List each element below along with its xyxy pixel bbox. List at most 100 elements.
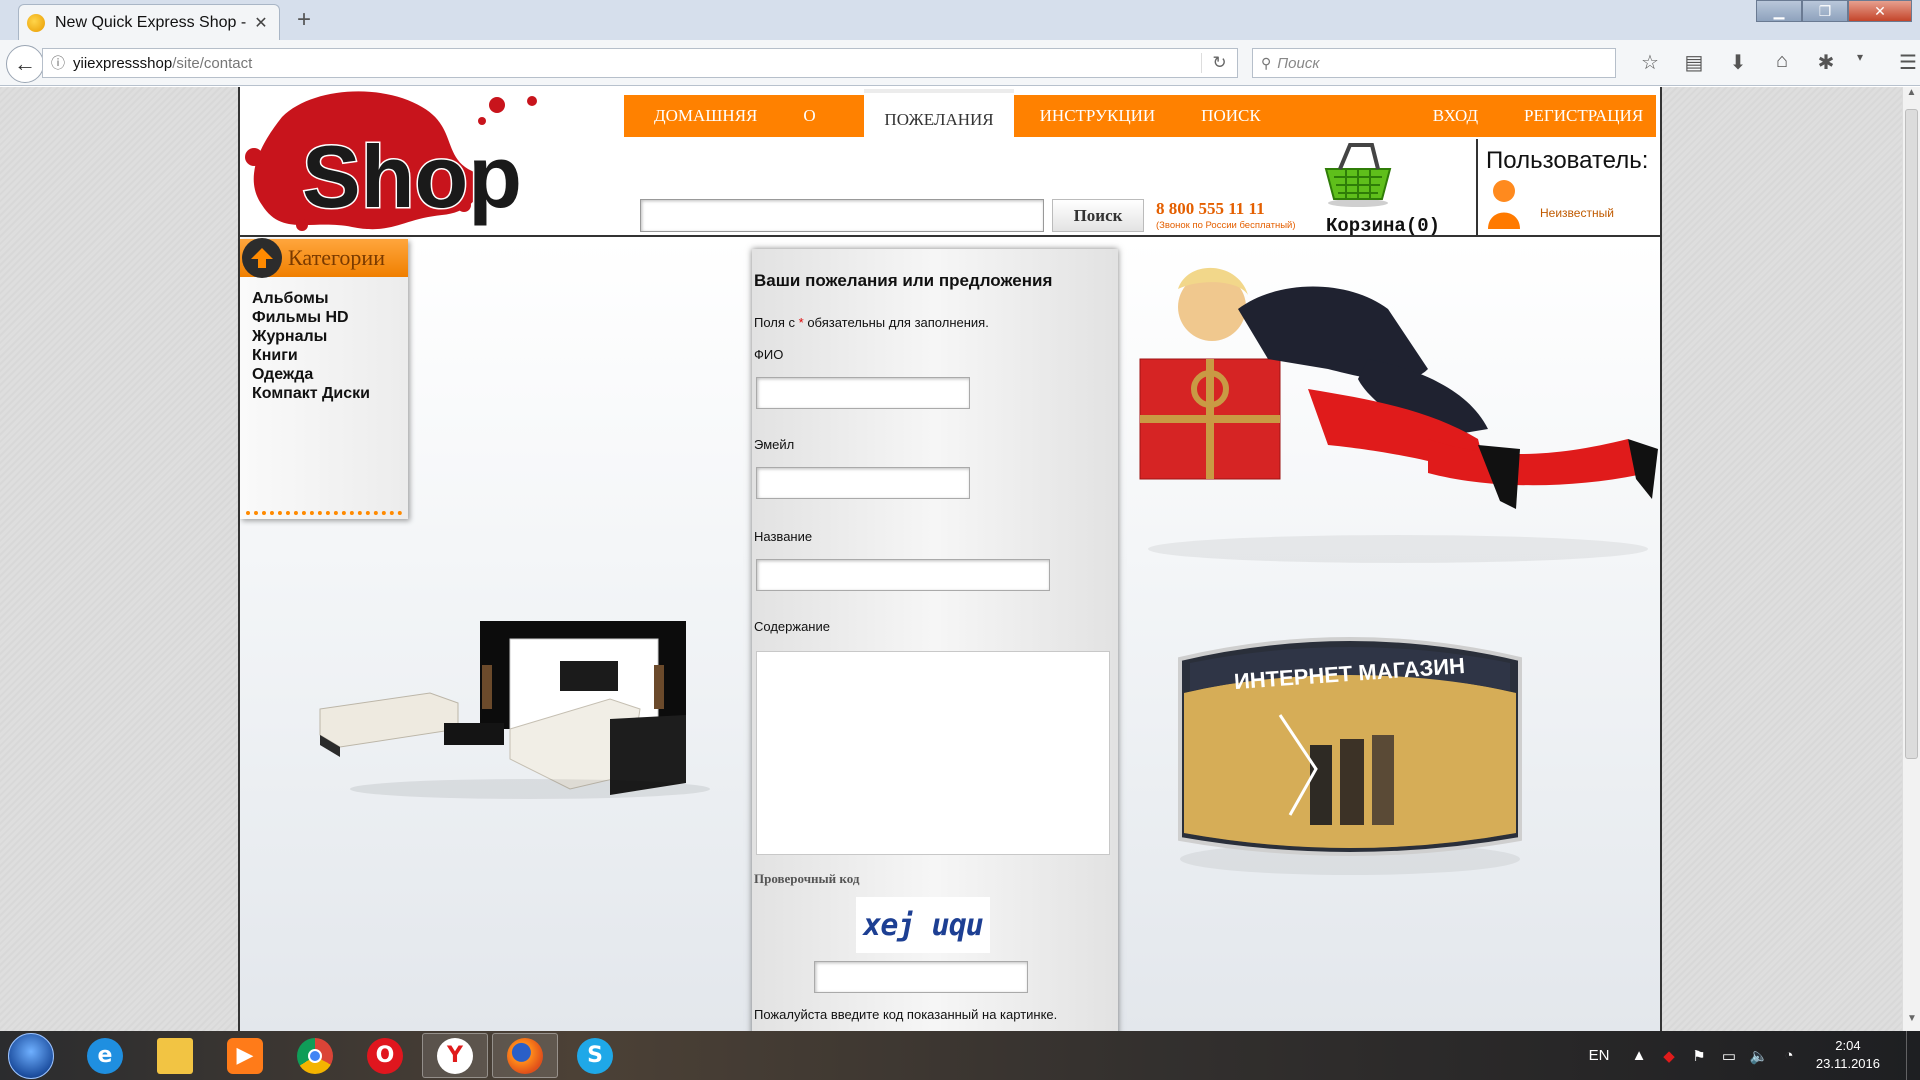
categories-title: Категории — [288, 245, 385, 270]
scroll-thumb[interactable] — [1905, 109, 1918, 759]
form-title: Ваши пожелания или предложения — [754, 271, 1053, 290]
email-label: Эмейл — [754, 437, 795, 452]
clock-date: 23.11.2016 — [1815, 1056, 1880, 1071]
category-item[interactable]: Журналы — [252, 327, 408, 346]
cart-label[interactable]: Корзина(0) — [1326, 215, 1440, 237]
bookmark-star-icon[interactable]: ☆ — [1628, 50, 1672, 75]
taskbar-chrome[interactable] — [282, 1033, 348, 1078]
site-search-input[interactable] — [640, 199, 1044, 232]
name-label: ФИО — [754, 347, 784, 362]
magnifier-icon: ⚲ — [1261, 54, 1272, 71]
maximize-button[interactable]: ❐ — [1802, 0, 1848, 22]
main-content: Категории Альбомы Фильмы HD Журналы Книг… — [240, 238, 1660, 1031]
tab-close-icon[interactable]: ✕ — [251, 13, 271, 33]
skype-icon: S — [577, 1037, 613, 1074]
reading-list-icon[interactable]: ▤ — [1672, 50, 1716, 75]
menu-register[interactable]: Регистрация — [1504, 95, 1663, 137]
internet-explorer-icon: e — [87, 1037, 123, 1074]
taskbar-ie[interactable]: e — [72, 1033, 138, 1078]
language-indicator[interactable]: EN — [1584, 1047, 1614, 1064]
taskbar-opera[interactable]: O — [352, 1033, 418, 1078]
flag-icon[interactable]: ⚑ — [1684, 1047, 1714, 1065]
category-item[interactable]: Альбомы — [252, 289, 408, 308]
favicon-icon — [27, 13, 45, 32]
start-button[interactable] — [8, 1033, 54, 1079]
folder-icon — [157, 1037, 193, 1074]
network-icon[interactable]: ◔ — [1774, 1047, 1804, 1064]
address-bar[interactable]: ⓘ yiiexpressshop/site/contact ↻ — [42, 48, 1238, 78]
captcha-label: Проверочный код — [754, 871, 860, 886]
dropdown-icon[interactable]: ▾ — [1848, 50, 1872, 75]
menu-icon[interactable]: ☰ — [1886, 50, 1920, 75]
menu-wishes[interactable]: Пожелания — [864, 89, 1014, 137]
site-info-icon[interactable]: ⓘ — [43, 53, 73, 73]
extension-icon[interactable]: ✱ — [1804, 50, 1848, 75]
category-item[interactable]: Книги — [252, 346, 408, 365]
captcha-image[interactable]: xej uqu — [856, 897, 990, 953]
show-desktop-button[interactable] — [1906, 1031, 1920, 1080]
email-field[interactable] — [756, 467, 970, 499]
site-search-button[interactable]: Поиск — [1052, 199, 1144, 232]
required-note: Поля с * обязательны для заполнения. — [754, 315, 989, 330]
window-controls: ▁ ❐ ✕ — [1756, 0, 1912, 22]
subject-field[interactable] — [756, 559, 1050, 591]
site-container: Shop Домашняя О нас Пожелания Инструкции… — [238, 87, 1662, 1031]
scroll-down-icon[interactable]: ▼ — [1903, 1013, 1920, 1031]
shop-logo[interactable]: Shop — [242, 87, 602, 235]
user-name: Неизвестный — [1540, 206, 1614, 220]
media-player-icon: ▶ — [227, 1037, 263, 1074]
menu-instructions[interactable]: Инструкции — [1014, 95, 1182, 137]
name-field[interactable] — [756, 377, 970, 409]
menu-home[interactable]: Домашняя — [624, 95, 777, 137]
chrome-icon — [297, 1037, 333, 1074]
menu-login[interactable]: Вход — [1407, 95, 1504, 137]
taskbar-media-player[interactable]: ▶ — [212, 1033, 278, 1078]
categories-divider — [246, 511, 402, 515]
vertical-scrollbar[interactable]: ▲ ▼ — [1902, 87, 1920, 1031]
taskbar-firefox[interactable] — [492, 1033, 558, 1078]
display-icon[interactable]: ▭ — [1714, 1047, 1744, 1065]
tray-expand-icon[interactable]: ▲ — [1624, 1047, 1654, 1064]
furniture-image — [319, 621, 710, 799]
minimize-button[interactable]: ▁ — [1756, 0, 1802, 22]
taskbar-yandex[interactable]: Y — [422, 1033, 488, 1078]
home-icon[interactable]: ⌂ — [1760, 50, 1804, 75]
category-item[interactable]: Компакт Диски — [252, 384, 408, 403]
scroll-up-icon[interactable]: ▲ — [1903, 87, 1920, 105]
taskbar-explorer[interactable] — [142, 1033, 208, 1078]
subject-label: Название — [754, 529, 813, 544]
browser-search-input[interactable]: ⚲ Поиск — [1252, 48, 1616, 78]
category-item[interactable]: Фильмы HD — [252, 308, 408, 327]
captcha-field[interactable] — [814, 961, 1028, 993]
page-viewport: Shop Домашняя О нас Пожелания Инструкции… — [0, 87, 1902, 1031]
taskbar-skype[interactable]: S — [562, 1033, 628, 1078]
taskbar: e ▶ O Y S EN ▲ ◆ ⚑ ▭ 🔈 ◔ 2:04 23.11.2016 — [0, 1031, 1920, 1080]
category-item[interactable]: Одежда — [252, 365, 408, 384]
reload-icon[interactable]: ↻ — [1201, 53, 1237, 73]
categories-header: Категории — [240, 238, 408, 278]
user-avatar-icon — [1488, 180, 1520, 229]
downloads-icon[interactable]: ⬇ — [1716, 50, 1760, 75]
categories-panel: Категории Альбомы Фильмы HD Журналы Книг… — [240, 238, 408, 519]
volume-icon[interactable]: 🔈 — [1744, 1047, 1774, 1065]
back-button[interactable]: ← — [6, 45, 44, 83]
cart-icon[interactable] — [1320, 139, 1396, 209]
body-textarea[interactable] — [756, 651, 1110, 855]
menu-about[interactable]: О нас — [777, 95, 864, 167]
browser-navbar: ← ⓘ yiiexpressshop/site/contact ↻ ⚲ Поис… — [0, 40, 1920, 86]
new-tab-button[interactable]: + — [292, 6, 316, 34]
firefox-icon — [507, 1037, 543, 1074]
opera-icon: O — [367, 1037, 403, 1074]
main-menu: Домашняя О нас Пожелания Инструкции Поис… — [624, 89, 1656, 167]
promo-girl-image — [1139, 267, 1658, 563]
phone-number: 8 800 555 11 11 — [1156, 199, 1265, 218]
storefront-image: ИНТЕРНЕТ МАГАЗИН — [1178, 637, 1522, 875]
clock[interactable]: 2:04 23.11.2016 — [1816, 1037, 1880, 1073]
antivirus-icon[interactable]: ◆ — [1654, 1047, 1684, 1065]
categories-list: Альбомы Фильмы HD Журналы Книги Одежда К… — [240, 277, 408, 403]
menu-search[interactable]: Поиск — [1181, 95, 1281, 137]
up-arrow-icon — [242, 238, 282, 278]
browser-titlebar: New Quick Express Shop - ... ✕ + ▁ ❐ ✕ — [0, 0, 1920, 40]
window-close-button[interactable]: ✕ — [1848, 0, 1912, 22]
browser-tab[interactable]: New Quick Express Shop - ... ✕ — [18, 4, 280, 40]
